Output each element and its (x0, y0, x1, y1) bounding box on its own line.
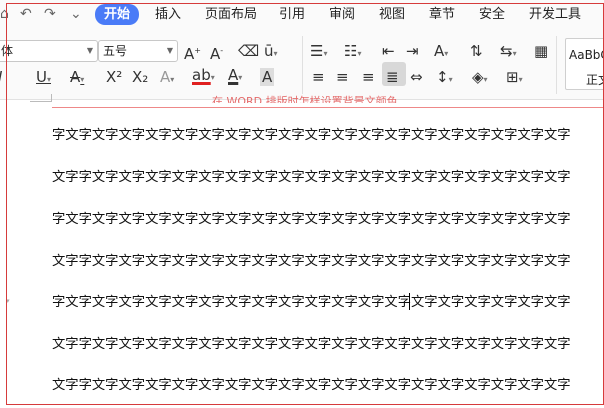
italic-icon[interactable]: I (0, 68, 2, 86)
font-size-value: 五号 (103, 44, 128, 58)
tab-references[interactable]: 引用 (279, 5, 305, 25)
font-color-icon[interactable]: A▾ (228, 66, 242, 87)
table-border-icon[interactable]: ▦ (534, 42, 548, 60)
align-left-icon[interactable]: ≡ (312, 68, 325, 86)
tab-view[interactable]: 视图 (379, 5, 405, 25)
shrink-font-icon[interactable]: A- (210, 42, 223, 63)
font-size-dropdown[interactable]: 五号 ▼ (98, 40, 178, 62)
decrease-indent-icon[interactable]: ⇤ (382, 42, 395, 60)
redo-icon[interactable]: ↷ (44, 5, 56, 23)
style-gallery-normal[interactable]: AaBbC 正文 (565, 38, 604, 90)
paragraph-line[interactable]: 文字字文字文字文字文字文字文字文字文字文字文字文字文字文字文字文字文字文字文字 (52, 336, 571, 354)
tab-chapter[interactable]: 章节 (429, 5, 455, 25)
strikethrough-icon[interactable]: A▾ (70, 68, 84, 89)
chevron-down-icon[interactable]: ⌄ (70, 5, 82, 23)
font-name-dropdown[interactable]: 体 ▼ (0, 40, 98, 62)
grow-font-icon[interactable]: A+ (184, 42, 201, 63)
justify-icon[interactable]: ≣ (386, 68, 399, 86)
undo-icon[interactable]: ↶ (20, 5, 32, 23)
title-underline (52, 107, 604, 108)
align-right-icon[interactable]: ≡ (362, 68, 375, 86)
ribbon-separator (302, 36, 303, 94)
phonetic-guide-icon[interactable]: ū▾ (264, 42, 278, 63)
clear-format-icon[interactable]: ⌫ (238, 42, 259, 60)
paragraph-line[interactable]: 文字字文字文字文字文字文字文字文字文字文字文字文字文字文字文字文字文字文字文字 (52, 169, 571, 187)
menu-bar: ⌂ ↶ ↷ ⌄ 开始 插入 页面布局 引用 审阅 视图 章节 安全 开发工具 (0, 0, 604, 30)
text-direction-icon[interactable]: A▾ (434, 42, 448, 63)
ribbon-separator (556, 36, 557, 94)
tab-home[interactable]: 开始 (95, 4, 140, 25)
borders-icon[interactable]: ⊞▾ (506, 68, 523, 89)
font-name-value: 体 (1, 44, 14, 58)
highlight-icon[interactable]: ab▾ (192, 66, 215, 87)
superscript-icon[interactable]: X² (106, 68, 122, 86)
tab-review[interactable]: 审阅 (329, 5, 355, 25)
distribute-icon[interactable]: ⇔ (410, 68, 423, 86)
chevron-down-icon: ▼ (166, 46, 173, 55)
tab-page-layout[interactable]: 页面布局 (205, 5, 257, 25)
align-center-icon[interactable]: ≡ (336, 68, 349, 86)
shading-icon[interactable]: ◈▾ (472, 68, 488, 89)
tab-security[interactable]: 安全 (479, 5, 505, 25)
style-preview-text: AaBbC (569, 48, 604, 62)
paragraph-line[interactable]: 文字字文字文字文字文字文字文字文字文字文字文字文字文字文字文字文字文字文字文字 (52, 377, 571, 395)
numbered-list-icon[interactable]: ☷▾ (344, 42, 361, 63)
ribbon: 体 ▼ 五号 ▼ A+ A- ⌫ ū▾ ☰▾ ☷▾ ⇤ ⇥ A▾ ⇅ ⇆▾ ▦ … (0, 30, 604, 100)
paragraph-line[interactable]: 字文字文字文字文字文字文字文字文字文字文字文字文字文字文字文字文字文字文字文字 (52, 211, 571, 229)
tab-developer[interactable]: 开发工具 (529, 5, 581, 25)
sort-icon[interactable]: ⇅ (470, 42, 483, 60)
document-title-partial: 在 WORD 排版时怎样设置背景文颜色 (212, 95, 398, 103)
paragraph-line[interactable]: 字文字文字文字文字文字文字文字文字文字文字文字文字文字文字文字文字文字文字文字 (52, 127, 571, 145)
text-effect-icon[interactable]: A▾ (160, 68, 174, 89)
underline-icon[interactable]: U▾ (36, 68, 51, 89)
paragraph-marker-icon: ▾ (6, 297, 10, 305)
paragraph-line[interactable]: 文字字文字文字文字文字文字文字文字文字文字文字文字文字文字文字文字文字文字文字 (52, 253, 571, 271)
bullet-list-icon[interactable]: ☰▾ (310, 42, 327, 63)
line-spacing-icon[interactable]: ↕▾ (436, 68, 453, 89)
save-icon[interactable]: ⌂ (0, 5, 9, 23)
page-corner-mark (30, 94, 52, 102)
style-name-label: 正文 (586, 73, 604, 87)
line-spacing-icon[interactable]: ⇆▾ (500, 42, 517, 63)
increase-indent-icon[interactable]: ⇥ (406, 42, 419, 60)
paragraph-line[interactable]: 字文字文字文字文字文字文字文字文字文字文字文字文字文字文字文字文字文字文字文字 (52, 294, 571, 312)
subscript-icon[interactable]: X₂ (132, 68, 148, 86)
text-cursor (409, 293, 410, 310)
character-shading-icon[interactable]: A (260, 68, 275, 86)
tab-insert[interactable]: 插入 (155, 5, 181, 25)
chevron-down-icon: ▼ (86, 46, 93, 55)
